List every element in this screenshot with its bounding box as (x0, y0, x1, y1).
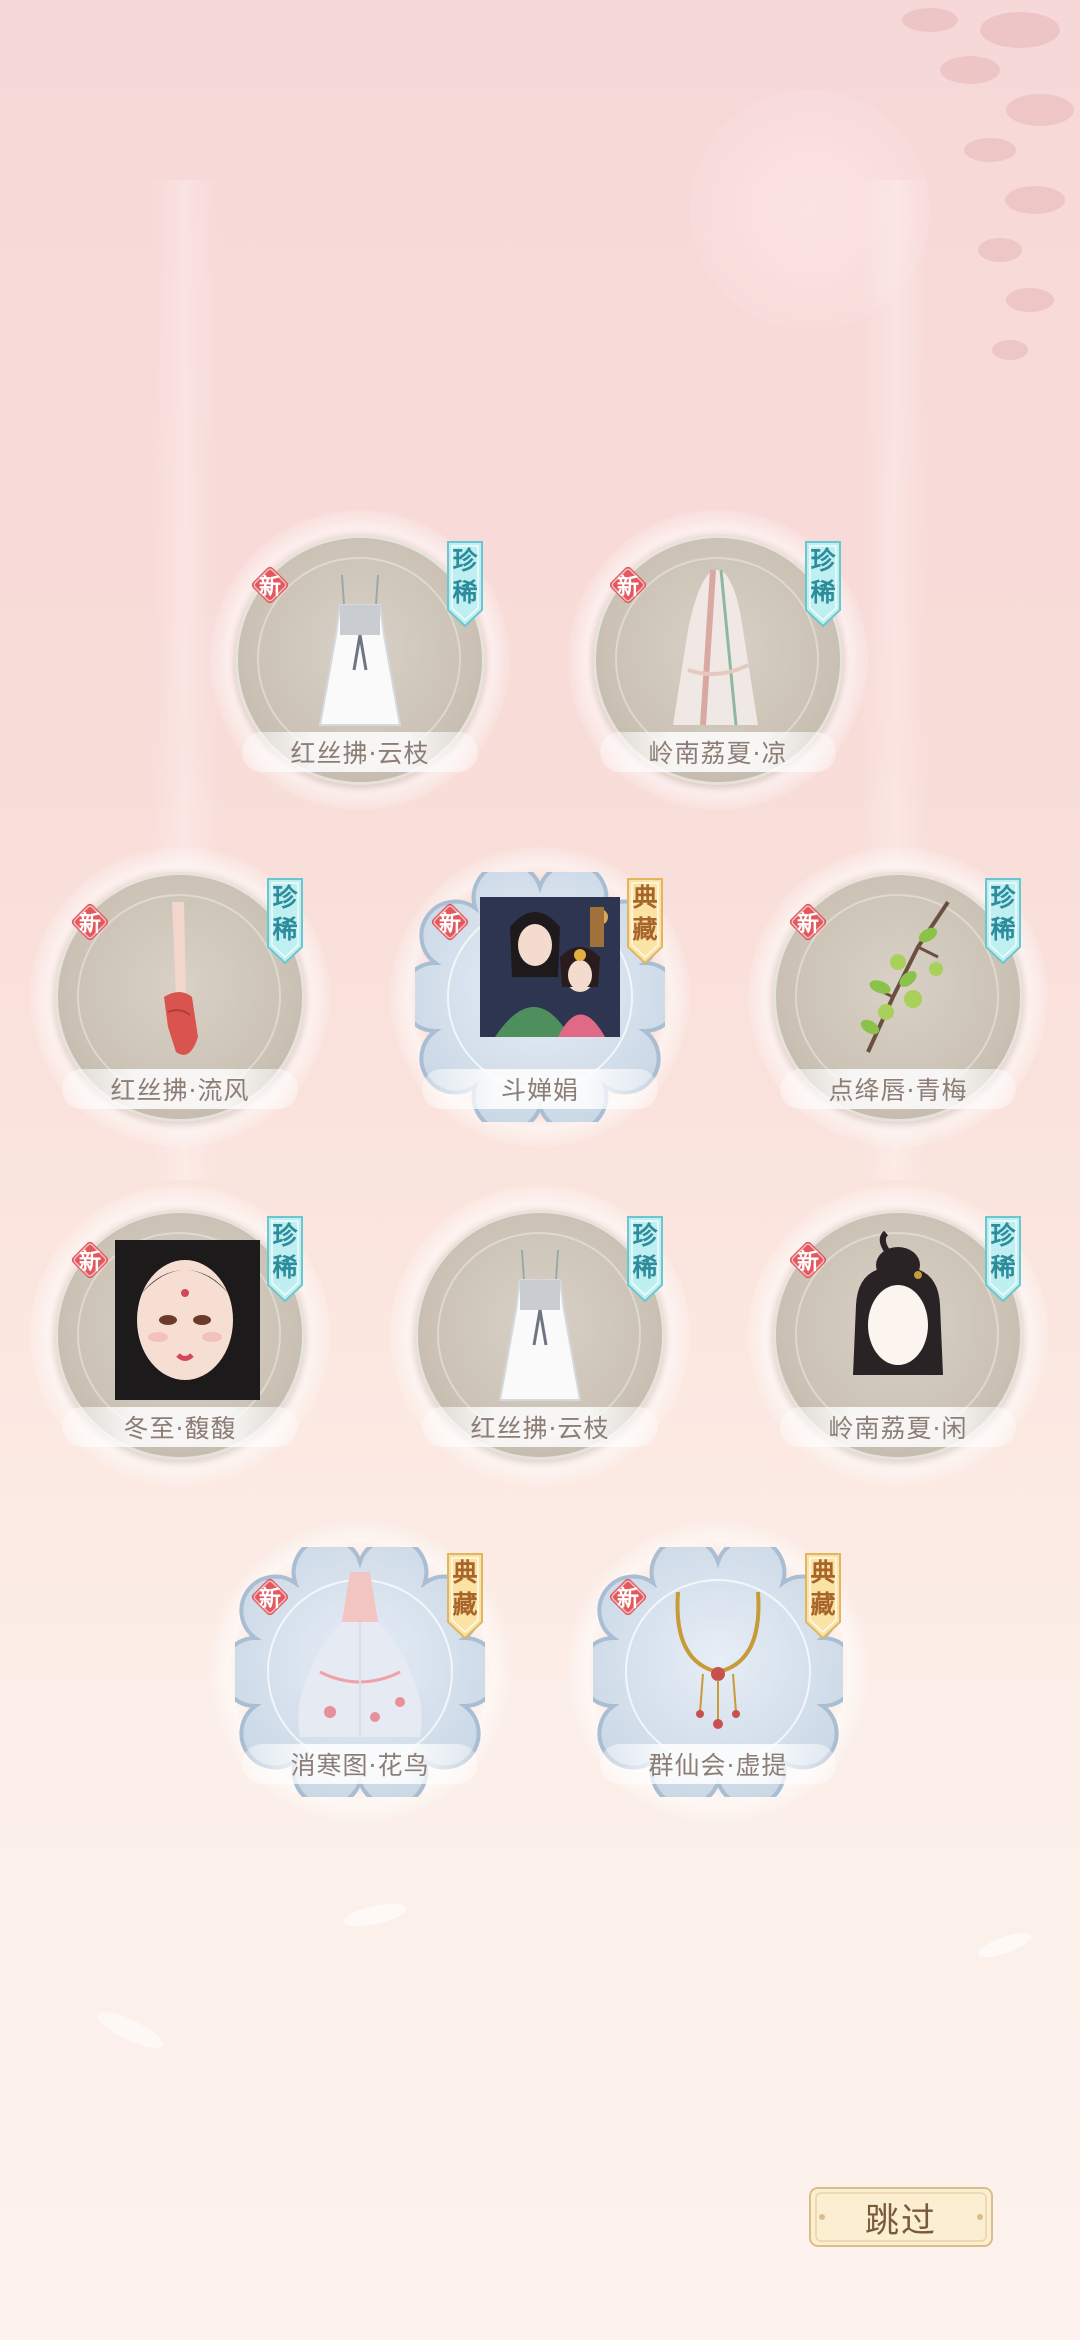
item-name-label: 消寒图·花鸟 (242, 1744, 478, 1784)
item-name-label: 红丝拂·云枝 (422, 1407, 658, 1447)
new-badge-label: 新 (616, 1586, 639, 1612)
petal-decoration (343, 1903, 407, 1927)
item-name-label: 群仙会·虚提 (600, 1744, 836, 1784)
item-name-label: 斗婵娟 (422, 1069, 658, 1109)
item-name-label: 冬至·馥馥 (62, 1407, 298, 1447)
reward-item[interactable]: 群仙会·虚提 新 典藏 (568, 1522, 868, 1822)
rarity-label: 珍稀 (990, 1221, 1016, 1282)
item-name-label: 点绛唇·青梅 (780, 1069, 1016, 1109)
reward-item[interactable]: 冬至·馥馥 新 珍稀 (30, 1185, 330, 1485)
skip-button[interactable]: 跳过 (808, 2184, 994, 2250)
reward-item[interactable]: 红丝拂·云枝 珍稀 (390, 1185, 690, 1485)
new-badge: 新 (606, 1575, 650, 1619)
rare-tag: 珍稀 (984, 1215, 1022, 1303)
new-badge: 新 (68, 900, 112, 944)
reward-item[interactable]: 点绛唇·青梅 新 珍稀 (748, 847, 1048, 1147)
new-badge: 新 (248, 563, 292, 607)
reward-item[interactable]: 红丝拂·云枝 新 珍稀 (210, 510, 510, 810)
new-badge-label: 新 (78, 911, 101, 937)
reward-item[interactable]: 消寒图·花鸟 新 典藏 (210, 1522, 510, 1822)
reward-item[interactable]: 红丝拂·流风 新 珍稀 (30, 847, 330, 1147)
new-badge-label: 新 (616, 574, 639, 600)
rare-tag: 珍稀 (984, 877, 1022, 965)
moon-decoration (690, 90, 930, 330)
new-badge: 新 (786, 1238, 830, 1282)
petal-decoration (978, 1932, 1032, 1958)
classic-tag: 典藏 (626, 877, 664, 965)
skip-button-label: 跳过 (865, 2200, 937, 2241)
rare-tag: 珍稀 (266, 1215, 304, 1303)
new-badge-label: 新 (78, 1249, 101, 1275)
wisteria-branch-decoration (902, 8, 1074, 360)
background (0, 0, 1080, 2340)
rarity-label: 珍稀 (272, 1221, 298, 1282)
rare-tag: 珍稀 (266, 877, 304, 965)
reward-item[interactable]: 斗婵娟 新 典藏 (390, 847, 690, 1147)
rarity-label: 典藏 (810, 1558, 836, 1619)
rarity-label: 珍稀 (632, 1221, 658, 1282)
new-badge-label: 新 (796, 1249, 819, 1275)
new-badge: 新 (428, 900, 472, 944)
rare-tag: 珍稀 (804, 540, 842, 628)
item-name-label: 红丝拂·流风 (62, 1069, 298, 1109)
rarity-label: 珍稀 (810, 546, 836, 607)
item-name-label: 红丝拂·云枝 (242, 732, 478, 772)
rare-tag: 珍稀 (446, 540, 484, 628)
rare-tag: 珍稀 (626, 1215, 664, 1303)
classic-tag: 典藏 (446, 1552, 484, 1640)
rarity-label: 典藏 (632, 883, 658, 944)
new-badge: 新 (248, 1575, 292, 1619)
new-badge-label: 新 (796, 911, 819, 937)
new-badge-label: 新 (258, 574, 281, 600)
rarity-label: 珍稀 (990, 883, 1016, 944)
rarity-label: 珍稀 (452, 546, 478, 607)
new-badge-label: 新 (258, 1586, 281, 1612)
item-name-label: 岭南荔夏·闲 (780, 1407, 1016, 1447)
reward-item[interactable]: 岭南荔夏·凉 新 珍稀 (568, 510, 868, 810)
reward-item[interactable]: 岭南荔夏·闲 新 珍稀 (748, 1185, 1048, 1485)
classic-tag: 典藏 (804, 1552, 842, 1640)
new-badge: 新 (68, 1238, 112, 1282)
new-badge-label: 新 (438, 911, 461, 937)
petal-decoration (97, 2012, 163, 2048)
rarity-label: 珍稀 (272, 883, 298, 944)
new-badge: 新 (786, 900, 830, 944)
item-name-label: 岭南荔夏·凉 (600, 732, 836, 772)
new-badge: 新 (606, 563, 650, 607)
rarity-label: 典藏 (452, 1558, 478, 1619)
white-dress-icon (440, 1225, 640, 1415)
